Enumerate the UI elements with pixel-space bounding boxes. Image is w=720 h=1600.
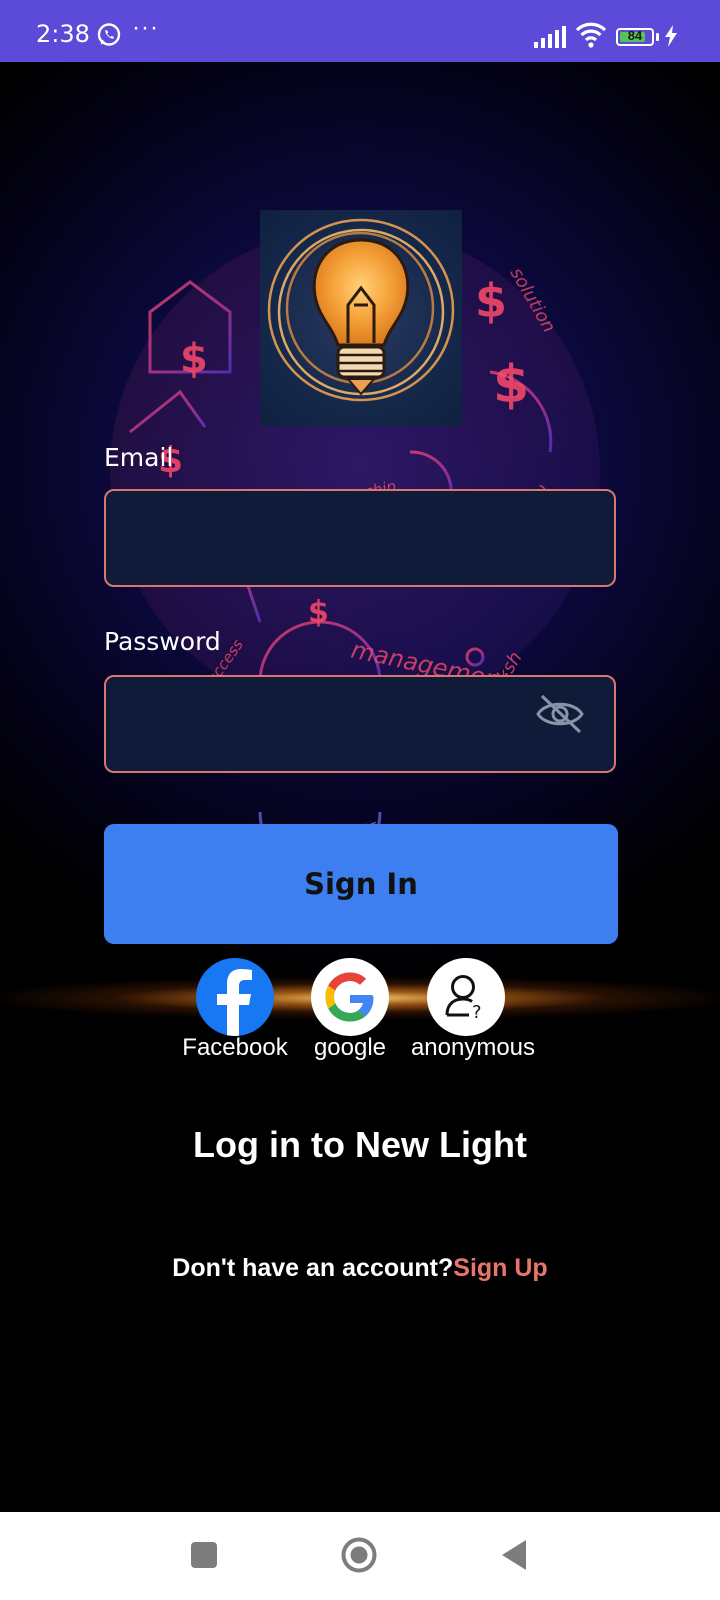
status-time: 2:38 — [36, 20, 90, 48]
charging-bolt-icon — [665, 25, 677, 47]
password-label: Password — [104, 627, 221, 656]
system-nav-bar — [0, 1512, 720, 1600]
email-label: Email — [104, 443, 174, 472]
battery-icon: 84 — [616, 28, 654, 46]
email-input[interactable] — [104, 489, 616, 587]
more-notifications-icon: ··· — [132, 14, 159, 41]
recents-icon[interactable] — [191, 1542, 217, 1568]
sign-up-link[interactable]: Sign Up — [453, 1254, 547, 1282]
dollar-doodle: $ — [180, 336, 208, 382]
page-title: Log in to New Light — [193, 1124, 527, 1165]
back-icon[interactable] — [500, 1538, 528, 1572]
sign-in-button[interactable]: Sign In — [104, 824, 618, 944]
dollar-doodle: $ — [308, 595, 329, 630]
dollar-doodle: $ — [475, 274, 507, 328]
battery-cap — [656, 33, 659, 41]
google-label: google — [313, 1034, 387, 1061]
anonymous-login-button[interactable]: ? — [427, 958, 505, 1036]
home-icon[interactable] — [340, 1536, 378, 1574]
facebook-label: Facebook — [182, 1034, 288, 1061]
status-bar: 2:38 ··· 84 — [0, 0, 720, 62]
anonymous-user-icon: ? — [445, 975, 482, 1023]
signal-icon — [534, 26, 566, 48]
whatsapp-icon — [97, 23, 121, 46]
google-icon — [325, 972, 374, 1022]
battery-level: 84 — [627, 28, 643, 43]
facebook-login-button[interactable] — [196, 958, 274, 1036]
wifi-icon — [576, 22, 606, 48]
login-screen: $ $ $ $ $ solution leadership diagram ma… — [0, 62, 720, 1512]
svg-text:?: ? — [472, 1002, 482, 1023]
dollar-doodle: $ — [493, 355, 529, 415]
google-login-button[interactable] — [311, 958, 389, 1036]
signup-prompt: Don't have an account? — [172, 1254, 454, 1282]
lightbulb-logo-icon — [260, 210, 462, 426]
facebook-icon — [217, 969, 252, 1036]
signup-prompt-row: Don't have an account?Sign Up — [0, 1254, 720, 1283]
anonymous-label: anonymous — [410, 1034, 536, 1061]
eye-off-icon[interactable] — [534, 692, 586, 736]
